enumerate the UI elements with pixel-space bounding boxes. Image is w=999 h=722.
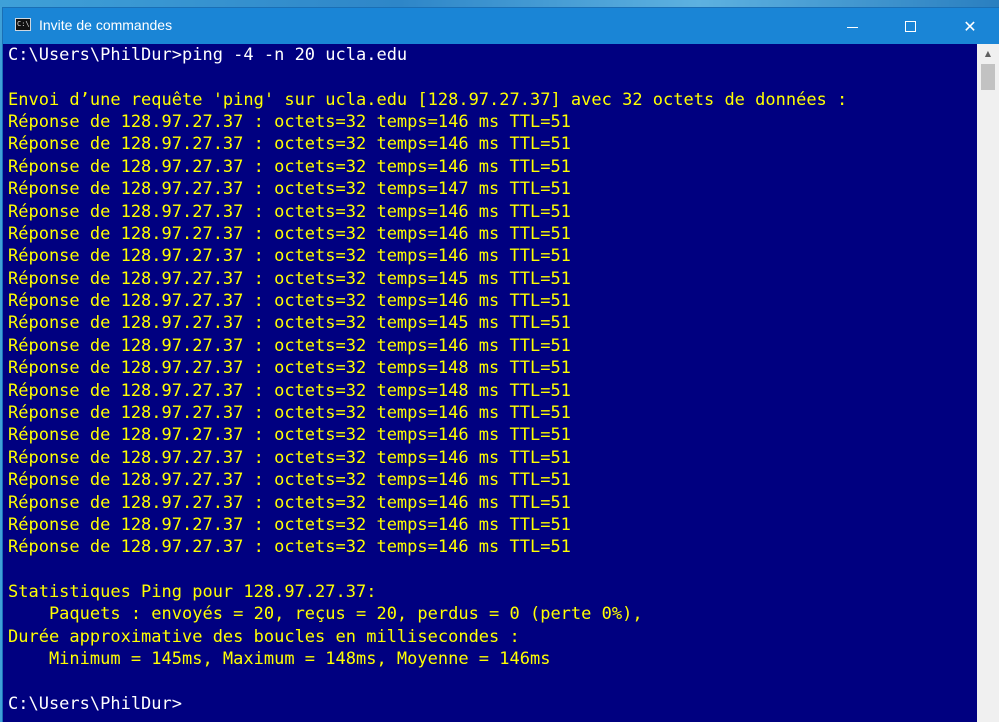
scrollbar-thumb[interactable]: [981, 64, 995, 90]
ping-header: Envoi d’une requête 'ping' sur ucla.edu …: [8, 90, 848, 110]
console-output[interactable]: C:\Users\PhilDur>ping -4 -n 20 ucla.edu …: [3, 44, 977, 722]
reply-line: Réponse de 128.97.27.37 : octets=32 temp…: [8, 291, 571, 311]
rtt-values: Minimum = 145ms, Maximum = 148ms, Moyenn…: [8, 649, 551, 669]
reply-line: Réponse de 128.97.27.37 : octets=32 temp…: [8, 425, 571, 445]
vertical-scrollbar[interactable]: ▲: [977, 44, 999, 722]
scroll-up-arrow-icon[interactable]: ▲: [977, 44, 999, 62]
reply-line: Réponse de 128.97.27.37 : octets=32 temp…: [8, 537, 571, 557]
command-line: C:\Users\PhilDur>ping -4 -n 20 ucla.edu: [8, 45, 408, 65]
reply-line: Réponse de 128.97.27.37 : octets=32 temp…: [8, 381, 571, 401]
title-bar[interactable]: C:\ Invite de commandes ✕: [3, 8, 999, 44]
close-button[interactable]: ✕: [941, 8, 999, 44]
reply-line: Réponse de 128.97.27.37 : octets=32 temp…: [8, 515, 571, 535]
reply-line: Réponse de 128.97.27.37 : octets=32 temp…: [8, 134, 571, 154]
reply-line: Réponse de 128.97.27.37 : octets=32 temp…: [8, 112, 571, 132]
reply-line: Réponse de 128.97.27.37 : octets=32 temp…: [8, 448, 571, 468]
reply-line: Réponse de 128.97.27.37 : octets=32 temp…: [8, 224, 571, 244]
reply-line: Réponse de 128.97.27.37 : octets=32 temp…: [8, 493, 571, 513]
rtt-title: Durée approximative des boucles en milli…: [8, 627, 520, 647]
maximize-icon: [904, 20, 916, 32]
final-prompt[interactable]: C:\Users\PhilDur>: [8, 693, 182, 715]
minimize-icon: [846, 26, 858, 28]
command-prompt-window[interactable]: C:\ Invite de commandes ✕ C:\Users\PhilD…: [3, 8, 999, 722]
maximize-button[interactable]: [881, 8, 939, 44]
reply-line: Réponse de 128.97.27.37 : octets=32 temp…: [8, 313, 571, 333]
reply-line: Réponse de 128.97.27.37 : octets=32 temp…: [8, 269, 571, 289]
reply-line: Réponse de 128.97.27.37 : octets=32 temp…: [8, 157, 571, 177]
reply-line: Réponse de 128.97.27.37 : octets=32 temp…: [8, 246, 571, 266]
reply-line: Réponse de 128.97.27.37 : octets=32 temp…: [8, 358, 571, 378]
reply-line: Réponse de 128.97.27.37 : octets=32 temp…: [8, 403, 571, 423]
reply-line: Réponse de 128.97.27.37 : octets=32 temp…: [8, 179, 571, 199]
console-app-icon[interactable]: C:\: [15, 18, 31, 31]
minimize-button[interactable]: [823, 8, 881, 44]
reply-line: Réponse de 128.97.27.37 : octets=32 temp…: [8, 470, 571, 490]
window-title: Invite de commandes: [39, 17, 173, 33]
reply-line: Réponse de 128.97.27.37 : octets=32 temp…: [8, 336, 571, 356]
stats-title: Statistiques Ping pour 128.97.27.37:: [8, 582, 377, 602]
console-app-icon-text: C:\: [17, 20, 30, 28]
stats-packets: Paquets : envoyés = 20, reçus = 20, perd…: [8, 604, 643, 624]
close-icon: ✕: [963, 16, 977, 36]
reply-line: Réponse de 128.97.27.37 : octets=32 temp…: [8, 202, 571, 222]
